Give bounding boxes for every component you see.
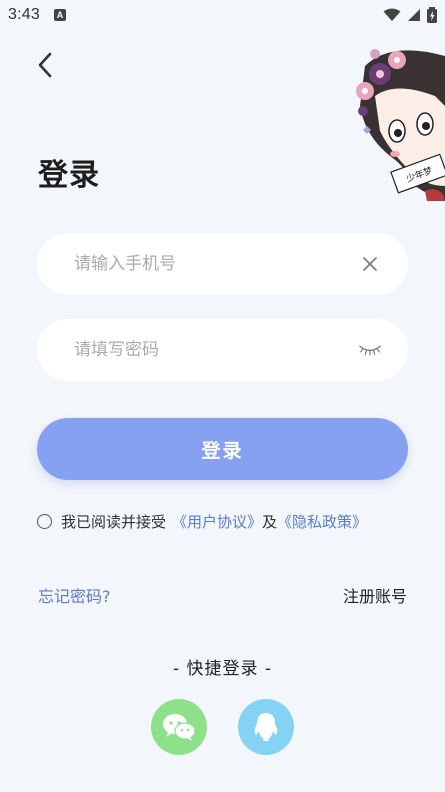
clear-icon[interactable]	[358, 252, 382, 276]
wechat-login-button[interactable]	[151, 699, 207, 755]
notification-icon: A	[53, 9, 66, 21]
status-time: 3:43	[8, 6, 40, 23]
user-agreement-link[interactable]: 《用户协议》	[172, 511, 262, 532]
quick-login-title: - 快捷登录 -	[172, 659, 273, 679]
signal-icon	[408, 9, 420, 21]
agreement-prefix: 我已阅读并接受	[61, 513, 167, 531]
wifi-icon	[383, 8, 401, 21]
privacy-policy-link[interactable]: 《隐私政策》	[277, 511, 367, 532]
forgot-password-link[interactable]: 忘记密码?	[38, 583, 111, 607]
phone-field	[37, 233, 408, 295]
login-button[interactable]: 登录	[37, 418, 408, 480]
agreement-and: 及	[262, 513, 278, 531]
battery-charging-icon	[427, 7, 437, 23]
eye-closed-icon[interactable]	[358, 338, 382, 362]
agreement-row: 我已阅读并接受 《用户协议》 及 《隐私政策》	[37, 511, 367, 532]
phone-input[interactable]	[74, 254, 358, 274]
password-field	[37, 319, 408, 381]
wechat-icon	[163, 714, 196, 741]
back-button[interactable]	[28, 48, 62, 82]
agreement-checkbox[interactable]	[37, 514, 52, 529]
qq-icon	[254, 713, 278, 741]
mascot-illustration: 少年梦	[356, 49, 445, 201]
page-title: 登录	[38, 158, 100, 193]
register-link[interactable]: 注册账号	[343, 583, 407, 607]
password-input[interactable]	[74, 340, 358, 360]
chevron-left-icon	[38, 52, 52, 78]
status-bar: 3:43 A	[0, 0, 445, 30]
qq-login-button[interactable]	[238, 699, 294, 755]
